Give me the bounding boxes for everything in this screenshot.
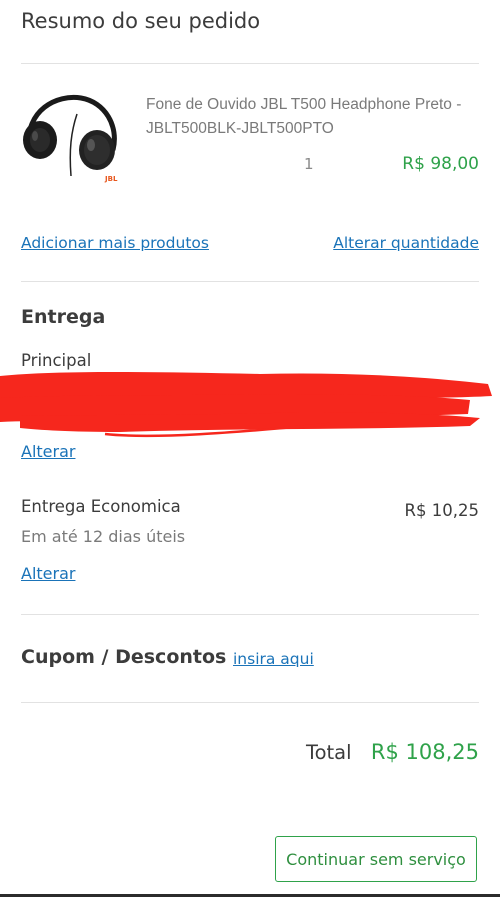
redaction-scribble — [0, 372, 492, 438]
order-summary-title: Resumo do seu pedido — [21, 9, 261, 33]
delivery-method: Entrega Economica — [21, 497, 181, 516]
coupon-heading: Cupom / Descontos — [21, 646, 227, 668]
brand-logo: JBL — [104, 175, 118, 183]
headphone-product-image: JBL — [23, 94, 118, 183]
delivery-price: R$ 10,25 — [404, 501, 479, 520]
delivery-heading: Entrega — [21, 306, 106, 328]
product-quantity: 1 — [304, 155, 314, 173]
divider — [21, 281, 479, 282]
change-address-link[interactable]: Alterar — [21, 442, 75, 461]
product-price: R$ 98,00 — [402, 154, 479, 174]
product-name: Fone de Ouvido JBL T500 Headphone Preto … — [146, 96, 462, 137]
change-quantity-link[interactable]: Alterar quantidade — [333, 234, 479, 252]
delivery-eta: Em até 12 dias úteis — [21, 527, 186, 546]
total-label: Total — [306, 741, 352, 764]
divider — [21, 702, 479, 703]
divider — [21, 63, 479, 64]
add-more-products-link[interactable]: Adicionar mais produtos — [21, 234, 209, 252]
continue-without-service-button[interactable]: Continuar sem serviço — [275, 836, 477, 882]
insert-coupon-link[interactable]: insira aqui — [233, 650, 314, 668]
divider — [21, 614, 479, 615]
total-value: R$ 108,25 — [370, 740, 479, 764]
change-delivery-method-link[interactable]: Alterar — [21, 564, 75, 583]
